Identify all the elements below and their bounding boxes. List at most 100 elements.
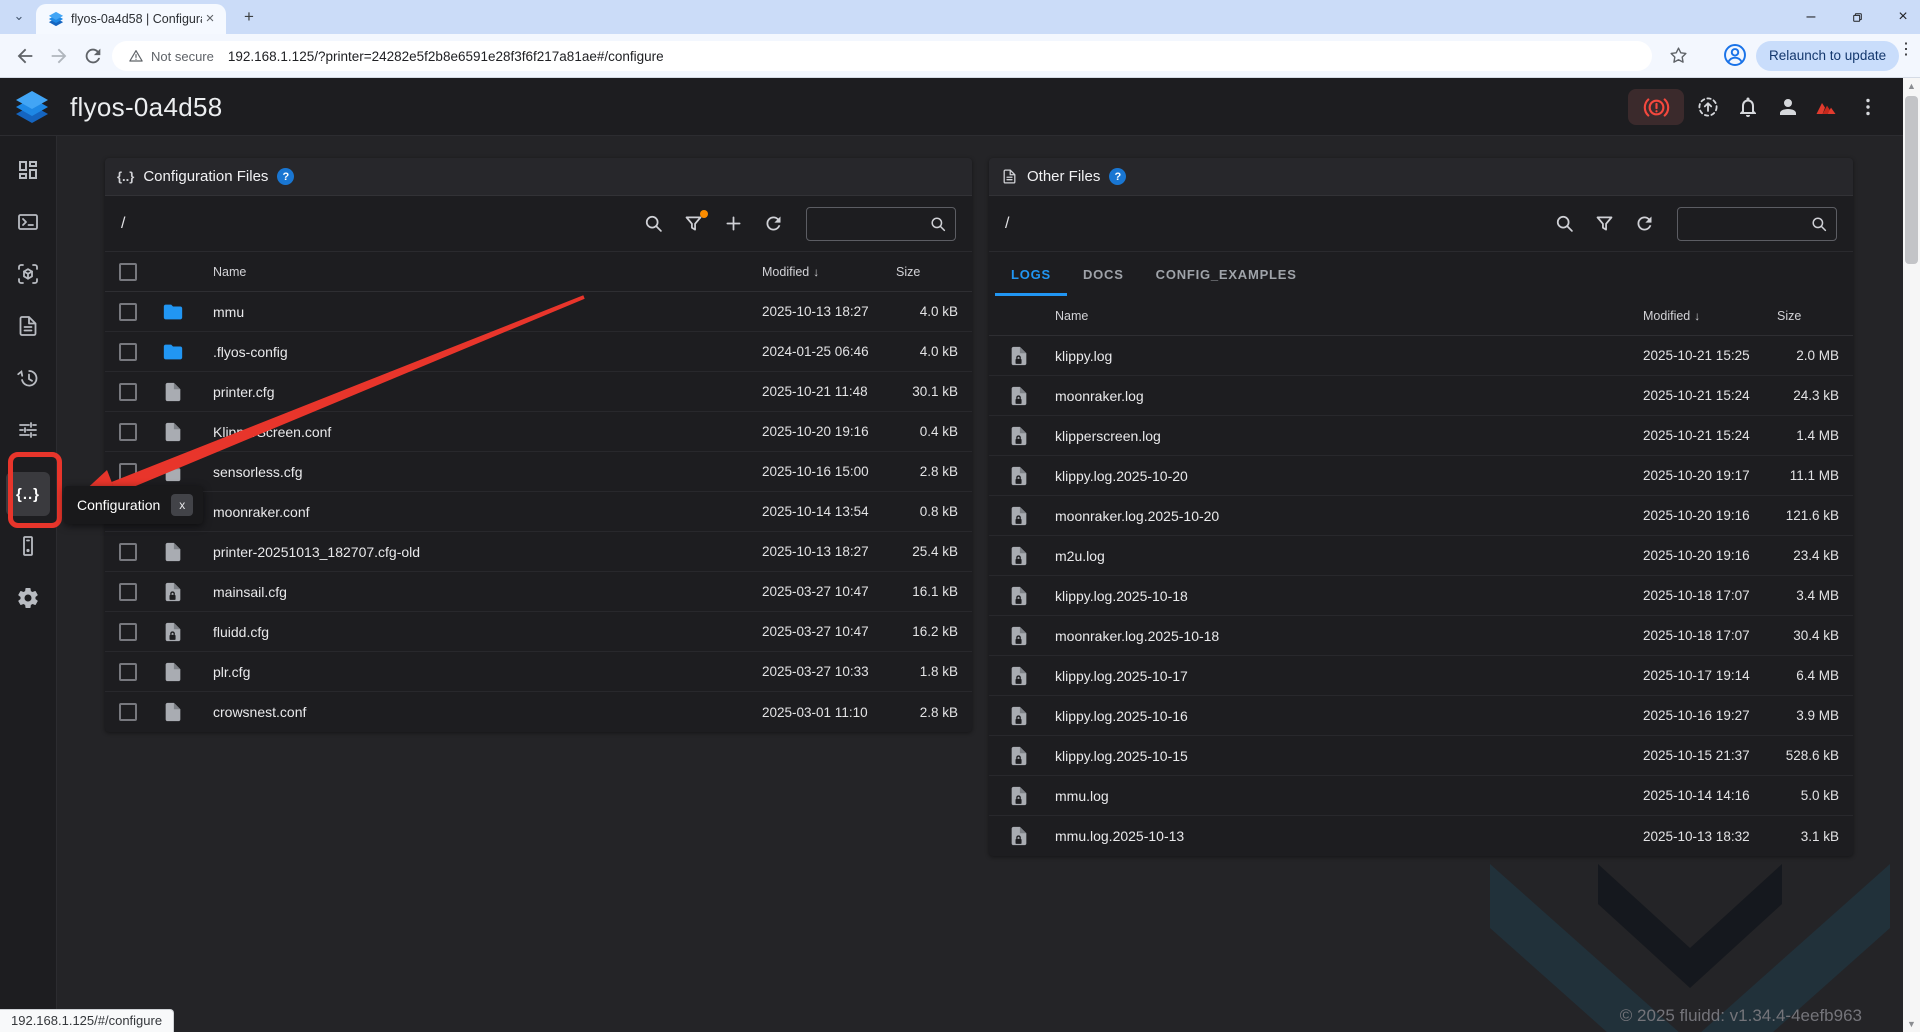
tab-config_examples[interactable]: CONFIG_EXAMPLES: [1140, 252, 1313, 296]
file-row-klippy.log.2025-10-18[interactable]: klippy.log.2025-10-182025-10-18 17:073.4…: [989, 576, 1853, 616]
row-checkbox[interactable]: [119, 623, 137, 641]
file-size: 2.8 kB: [894, 705, 958, 720]
file-name: mmu.log: [1041, 788, 1643, 804]
file-row-klippy.log.2025-10-20[interactable]: klippy.log.2025-10-202025-10-20 19:1711.…: [989, 456, 1853, 496]
sidebar-item-tune[interactable]: [0, 404, 57, 456]
file-modified: 2025-03-01 11:10: [762, 705, 894, 720]
file-search-input[interactable]: [815, 216, 929, 232]
browser-profile-icon[interactable]: [1722, 42, 1748, 68]
updates-available-icon[interactable]: [1696, 95, 1720, 119]
user-account-icon[interactable]: [1776, 95, 1800, 119]
row-checkbox[interactable]: [119, 423, 137, 441]
refresh-icon[interactable]: [763, 213, 784, 234]
scrollbar-up-icon[interactable]: ▲: [1903, 78, 1920, 94]
app-menu-kebab-icon[interactable]: [1856, 95, 1880, 119]
window-restore-button[interactable]: [1848, 8, 1866, 26]
vendor-brand-logo-icon[interactable]: [1814, 95, 1838, 119]
file-row-klipperscreen.log[interactable]: klipperscreen.log2025-10-21 15:241.4 MB: [989, 416, 1853, 456]
sidebar-item-settings[interactable]: [0, 572, 57, 624]
file-row-.flyos-config[interactable]: .flyos-config2024-01-25 06:464.0 kB: [105, 332, 972, 372]
new-tab-button[interactable]: +: [240, 8, 258, 26]
file-lock-icon: [997, 705, 1041, 727]
current-path[interactable]: /: [1005, 215, 1554, 233]
file-row-moonraker.log[interactable]: moonraker.log2025-10-21 15:2424.3 kB: [989, 376, 1853, 416]
add-file-icon[interactable]: [723, 213, 744, 234]
file-row-moonraker.conf[interactable]: moonraker.conf2025-10-14 13:540.8 kB: [105, 492, 972, 532]
browser-tab[interactable]: flyos-0a4d58 | Configuration ×: [36, 4, 226, 34]
file-modified: 2025-10-16 15:00: [762, 464, 894, 479]
row-checkbox[interactable]: [119, 663, 137, 681]
file-row-klippy.log.2025-10-15[interactable]: klippy.log.2025-10-152025-10-15 21:37528…: [989, 736, 1853, 776]
row-checkbox[interactable]: [119, 583, 137, 601]
file-row-sensorless.cfg[interactable]: sensorless.cfg2025-10-16 15:002.8 kB: [105, 452, 972, 492]
tab-close-icon[interactable]: ×: [202, 11, 218, 27]
filter-icon[interactable]: [683, 213, 704, 234]
browser-forward-button[interactable]: [48, 45, 70, 67]
browser-reload-button[interactable]: [82, 45, 104, 67]
file-row-moonraker.log.2025-10-20[interactable]: moonraker.log.2025-10-202025-10-20 19:16…: [989, 496, 1853, 536]
sidebar-item-console[interactable]: [0, 196, 57, 248]
file-row-printer-20251013_182707.cfg-old[interactable]: printer-20251013_182707.cfg-old2025-10-1…: [105, 532, 972, 572]
file-row-mmu[interactable]: mmu2025-10-13 18:274.0 kB: [105, 292, 972, 332]
tab-search-chevron-icon[interactable]: ⌄: [10, 7, 28, 25]
scrollbar-down-icon[interactable]: ▼: [1903, 1016, 1920, 1032]
emergency-stop-button[interactable]: [1628, 89, 1684, 125]
help-icon[interactable]: ?: [277, 168, 294, 185]
security-label[interactable]: Not secure: [151, 49, 214, 64]
row-checkbox[interactable]: [119, 463, 137, 481]
column-size[interactable]: Size: [894, 265, 958, 279]
file-row-plr.cfg[interactable]: plr.cfg2025-03-27 10:331.8 kB: [105, 652, 972, 692]
sidebar-tooltip: Configuration x: [64, 486, 203, 524]
browser-menu-icon[interactable]: ⋮: [1897, 44, 1915, 66]
column-name[interactable]: Name: [195, 265, 762, 279]
sidebar-item-gcode-preview[interactable]: [0, 248, 57, 300]
current-path[interactable]: /: [121, 215, 643, 233]
file-row-crowsnest.conf[interactable]: crowsnest.conf2025-03-01 11:102.8 kB: [105, 692, 972, 732]
file-row-klippy.log[interactable]: klippy.log2025-10-21 15:252.0 MB: [989, 336, 1853, 376]
file-row-mainsail.cfg[interactable]: mainsail.cfg2025-03-27 10:4716.1 kB: [105, 572, 972, 612]
file-size: 11.1 MB: [1775, 468, 1839, 483]
window-minimize-button[interactable]: –: [1802, 8, 1820, 26]
file-row-m2u.log[interactable]: m2u.log2025-10-20 19:1623.4 kB: [989, 536, 1853, 576]
tab-docs[interactable]: DOCS: [1067, 252, 1140, 296]
window-close-button[interactable]: ×: [1894, 8, 1912, 26]
row-checkbox[interactable]: [119, 703, 137, 721]
address-bar[interactable]: Not secure 192.168.1.125/?printer=24282e…: [112, 41, 1652, 71]
notifications-bell-icon[interactable]: [1736, 95, 1760, 119]
file-row-moonraker.log.2025-10-18[interactable]: moonraker.log.2025-10-182025-10-18 17:07…: [989, 616, 1853, 656]
file-row-klippy.log.2025-10-16[interactable]: klippy.log.2025-10-162025-10-16 19:273.9…: [989, 696, 1853, 736]
relaunch-to-update-button[interactable]: Relaunch to update: [1756, 41, 1899, 71]
tab-logs[interactable]: LOGS: [995, 252, 1067, 296]
filter-icon[interactable]: [1594, 213, 1615, 234]
sidebar-item-jobs[interactable]: [0, 300, 57, 352]
row-checkbox[interactable]: [119, 343, 137, 361]
file-row-KlipperScreen.conf[interactable]: KlipperScreen.conf2025-10-20 19:160.4 kB: [105, 412, 972, 452]
browser-back-button[interactable]: [14, 45, 36, 67]
file-row-printer.cfg[interactable]: printer.cfg2025-10-21 11:4830.1 kB: [105, 372, 972, 412]
row-checkbox[interactable]: [119, 383, 137, 401]
page-scrollbar[interactable]: ▲ ▼: [1903, 78, 1920, 1032]
column-size[interactable]: Size: [1775, 309, 1839, 323]
column-modified[interactable]: Modified↓: [1643, 309, 1775, 323]
scrollbar-thumb[interactable]: [1905, 96, 1918, 264]
column-name[interactable]: Name: [1041, 309, 1643, 323]
file-row-mmu.log[interactable]: mmu.log2025-10-14 14:165.0 kB: [989, 776, 1853, 816]
row-checkbox[interactable]: [119, 303, 137, 321]
column-modified[interactable]: Modified↓: [762, 265, 894, 279]
refresh-icon[interactable]: [1634, 213, 1655, 234]
file-row-mmu.log.2025-10-13[interactable]: mmu.log.2025-10-132025-10-13 18:323.1 kB: [989, 816, 1853, 856]
other-panel-toolbar: /: [989, 196, 1853, 252]
sidebar-item-dashboard[interactable]: [0, 144, 57, 196]
search-icon[interactable]: [1554, 213, 1575, 234]
fluidd-logo-icon[interactable]: [14, 89, 50, 125]
file-row-fluidd.cfg[interactable]: fluidd.cfg2025-03-27 10:4716.2 kB: [105, 612, 972, 652]
sidebar-item-history[interactable]: [0, 352, 57, 404]
file-search-input[interactable]: [1686, 216, 1810, 232]
search-icon[interactable]: [643, 213, 664, 234]
bookmark-star-icon[interactable]: [1668, 45, 1689, 66]
row-checkbox[interactable]: [119, 543, 137, 561]
file-row-klippy.log.2025-10-17[interactable]: klippy.log.2025-10-172025-10-17 19:146.4…: [989, 656, 1853, 696]
url-text[interactable]: 192.168.1.125/?printer=24282e5f2b8e6591e…: [228, 49, 664, 64]
help-icon[interactable]: ?: [1109, 168, 1126, 185]
select-all-checkbox[interactable]: [119, 263, 137, 281]
